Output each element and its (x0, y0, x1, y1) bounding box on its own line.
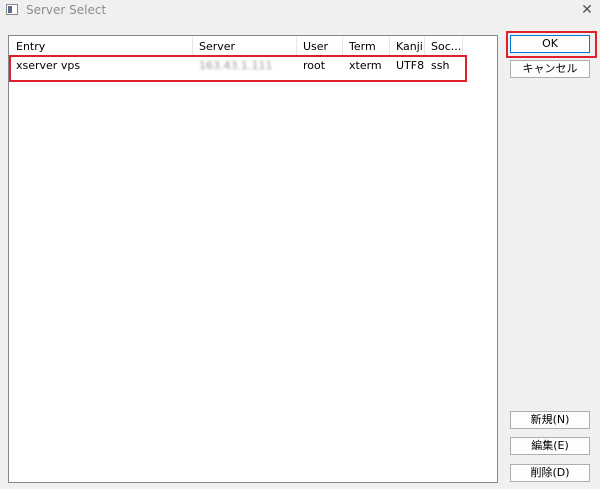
title-bar: Server Select ✕ (0, 0, 600, 22)
cell-socket: ssh (431, 59, 450, 72)
column-header-socket[interactable]: Soc... (425, 37, 463, 56)
close-icon[interactable]: ✕ (574, 0, 600, 22)
ok-button[interactable]: OK (510, 35, 590, 53)
column-header-server[interactable]: Server (193, 37, 297, 56)
cancel-button[interactable]: キャンセル (510, 60, 590, 78)
server-list[interactable]: Entry Server User Term Kanji Soc... xser… (8, 35, 498, 483)
cell-server: 163.43.1.111 (199, 59, 273, 72)
app-window-icon (6, 4, 18, 15)
table-row[interactable]: xserver vps 163.43.1.111 root xterm UTF8… (10, 57, 470, 74)
cell-user: root (303, 59, 326, 72)
window-title: Server Select (26, 3, 107, 17)
cell-entry: xserver vps (16, 59, 81, 72)
list-header: Entry Server User Term Kanji Soc... (10, 37, 470, 56)
column-header-term[interactable]: Term (343, 37, 390, 56)
new-button[interactable]: 新規(N) (510, 411, 590, 429)
edit-button[interactable]: 編集(E) (510, 437, 590, 455)
column-header-entry[interactable]: Entry (10, 37, 193, 56)
cell-kanji: UTF8 (396, 59, 425, 72)
cell-term: xterm (349, 59, 382, 72)
server-select-dialog: Server Select ✕ Entry Server User Term K… (0, 0, 600, 489)
column-header-user[interactable]: User (297, 37, 343, 56)
delete-button[interactable]: 削除(D) (510, 464, 590, 482)
column-header-kanji[interactable]: Kanji (390, 37, 425, 56)
